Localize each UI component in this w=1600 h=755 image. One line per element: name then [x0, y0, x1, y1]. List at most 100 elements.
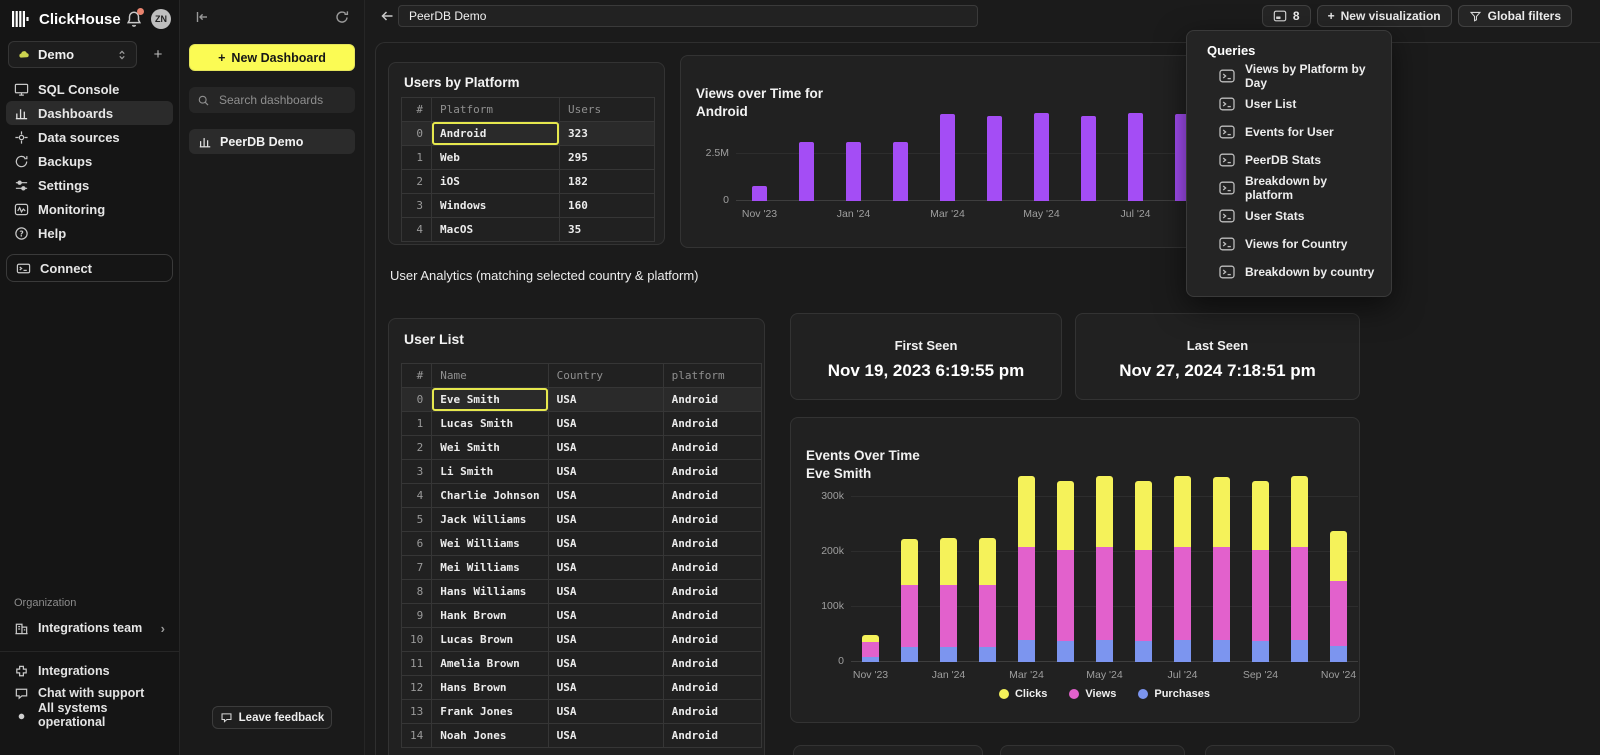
table-row[interactable]: 0Android323	[402, 122, 655, 146]
table-row[interactable]: 7Mei WilliamsUSAAndroid	[402, 556, 762, 580]
query-item[interactable]: Breakdown by country	[1187, 258, 1391, 286]
table-cell[interactable]: Wei Smith	[432, 436, 548, 460]
table-cell[interactable]: 9	[402, 604, 432, 628]
global-filters-button[interactable]: Global filters	[1458, 5, 1572, 27]
sidebar-item-system-status[interactable]: All systems operational	[6, 704, 173, 726]
table-cell[interactable]: Hank Brown	[432, 604, 548, 628]
table-cell[interactable]: Web	[432, 146, 560, 170]
table-row[interactable]: 9Hank BrownUSAAndroid	[402, 604, 762, 628]
table-row[interactable]: 11Amelia BrownUSAAndroid	[402, 652, 762, 676]
table-cell[interactable]: Android	[663, 700, 761, 724]
table-cell[interactable]: USA	[548, 580, 663, 604]
table-cell[interactable]: USA	[548, 388, 663, 412]
table-cell[interactable]: Hans Brown	[432, 676, 548, 700]
table-cell[interactable]: Windows	[432, 194, 560, 218]
table-cell[interactable]: 1	[402, 146, 432, 170]
table-cell[interactable]: 14	[402, 724, 432, 748]
new-visualization-button[interactable]: + New visualization	[1317, 5, 1452, 27]
table-cell[interactable]: USA	[548, 460, 663, 484]
dashboard-list-item[interactable]: PeerDB Demo	[189, 129, 355, 154]
org-select[interactable]: Demo	[8, 41, 137, 68]
table-cell[interactable]: Noah Jones	[432, 724, 548, 748]
avatar[interactable]: ZN	[151, 9, 171, 29]
table-row[interactable]: 3Windows160	[402, 194, 655, 218]
table-cell[interactable]: 3	[402, 194, 432, 218]
table-cell[interactable]: 0	[402, 122, 432, 146]
table-cell[interactable]: 2	[402, 436, 432, 460]
table-cell[interactable]: Android	[663, 412, 761, 436]
table-cell[interactable]: USA	[548, 556, 663, 580]
table-cell[interactable]: USA	[548, 628, 663, 652]
table-cell[interactable]: 182	[560, 170, 655, 194]
search-dashboards-input[interactable]	[217, 92, 376, 108]
table-row[interactable]: 2Wei SmithUSAAndroid	[402, 436, 762, 460]
sidebar-item-data-sources[interactable]: Data sources	[6, 125, 173, 149]
connect-button[interactable]: Connect	[6, 254, 173, 282]
leave-feedback-button[interactable]: Leave feedback	[212, 706, 332, 729]
table-row[interactable]: 1Lucas SmithUSAAndroid	[402, 412, 762, 436]
query-item[interactable]: Events for User	[1187, 118, 1391, 146]
query-item[interactable]: User List	[1187, 90, 1391, 118]
table-cell[interactable]: Amelia Brown	[432, 652, 548, 676]
table-cell[interactable]: Android	[663, 580, 761, 604]
table-row[interactable]: 5Jack WilliamsUSAAndroid	[402, 508, 762, 532]
table-cell[interactable]: Eve Smith	[432, 388, 548, 412]
table-cell[interactable]: 35	[560, 218, 655, 242]
table-cell[interactable]: Android	[663, 676, 761, 700]
table-cell[interactable]: Android	[663, 652, 761, 676]
table-cell[interactable]: Android	[663, 628, 761, 652]
sidebar-item-dashboards[interactable]: Dashboards	[6, 101, 173, 125]
legend-item-views[interactable]: Views	[1069, 688, 1116, 700]
table-cell[interactable]: 4	[402, 484, 432, 508]
table-cell[interactable]: 10	[402, 628, 432, 652]
table-cell[interactable]: USA	[548, 532, 663, 556]
table-row[interactable]: 10Lucas BrownUSAAndroid	[402, 628, 762, 652]
table-cell[interactable]: Frank Jones	[432, 700, 548, 724]
table-cell[interactable]: Lucas Brown	[432, 628, 548, 652]
table-cell[interactable]: Android	[663, 604, 761, 628]
sidebar-item-integrations[interactable]: Integrations	[6, 660, 173, 682]
table-cell[interactable]: Android	[663, 460, 761, 484]
table-cell[interactable]: Android	[663, 556, 761, 580]
table-cell[interactable]: USA	[548, 436, 663, 460]
table-row[interactable]: 0Eve SmithUSAAndroid	[402, 388, 762, 412]
table-row[interactable]: 4MacOS35	[402, 218, 655, 242]
table-cell[interactable]: 3	[402, 460, 432, 484]
table-cell[interactable]: 0	[402, 388, 432, 412]
legend-item-purchases[interactable]: Purchases	[1138, 688, 1210, 700]
table-row[interactable]: 3Li SmithUSAAndroid	[402, 460, 762, 484]
new-dashboard-button[interactable]: + New Dashboard	[189, 44, 355, 71]
table-cell[interactable]: Jack Williams	[432, 508, 548, 532]
table-cell[interactable]: 4	[402, 218, 432, 242]
query-item[interactable]: User Stats	[1187, 202, 1391, 230]
query-item[interactable]: PeerDB Stats	[1187, 146, 1391, 174]
table-cell[interactable]: USA	[548, 412, 663, 436]
query-item[interactable]: Views by Platform by Day	[1187, 62, 1391, 90]
sidebar-item-backups[interactable]: Backups	[6, 149, 173, 173]
table-cell[interactable]: 323	[560, 122, 655, 146]
table-cell[interactable]: USA	[548, 676, 663, 700]
table-cell[interactable]: Android	[663, 508, 761, 532]
table-cell[interactable]: 5	[402, 508, 432, 532]
table-cell[interactable]: Android	[663, 388, 761, 412]
table-row[interactable]: 2iOS182	[402, 170, 655, 194]
table-row[interactable]: 12Hans BrownUSAAndroid	[402, 676, 762, 700]
table-cell[interactable]: 6	[402, 532, 432, 556]
table-cell[interactable]: 12	[402, 676, 432, 700]
table-row[interactable]: 6Wei WilliamsUSAAndroid	[402, 532, 762, 556]
table-cell[interactable]: 13	[402, 700, 432, 724]
query-item[interactable]: Views for Country	[1187, 230, 1391, 258]
table-cell[interactable]: Android	[663, 484, 761, 508]
table-cell[interactable]: 295	[560, 146, 655, 170]
query-item[interactable]: Breakdown by platform	[1187, 174, 1391, 202]
table-cell[interactable]: 11	[402, 652, 432, 676]
table-cell[interactable]: Li Smith	[432, 460, 548, 484]
sidebar-item-monitoring[interactable]: Monitoring	[6, 197, 173, 221]
collapse-panel-icon[interactable]	[194, 9, 210, 25]
table-cell[interactable]: Lucas Smith	[432, 412, 548, 436]
sidebar-item-sql-console[interactable]: SQL Console	[6, 77, 173, 101]
table-cell[interactable]: USA	[548, 700, 663, 724]
table-cell[interactable]: USA	[548, 724, 663, 748]
table-cell[interactable]: Hans Williams	[432, 580, 548, 604]
table-cell[interactable]: Android	[663, 724, 761, 748]
